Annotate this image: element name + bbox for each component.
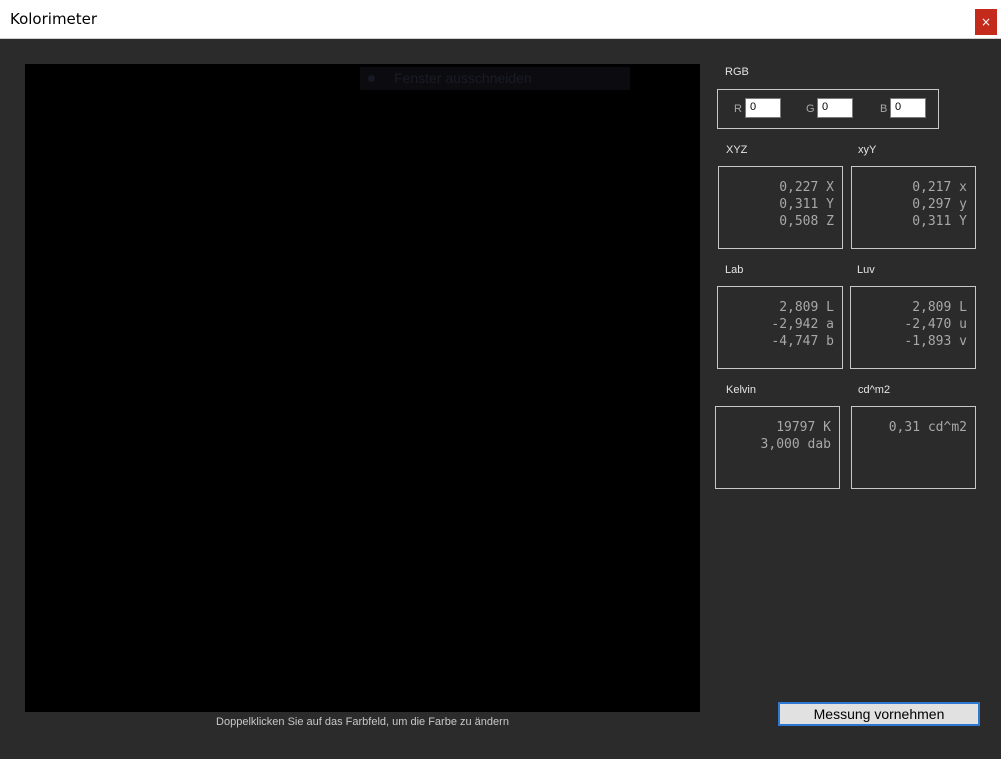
lab-label: Lab [725,264,744,276]
luminance-box: 0,31 cd^m2 [851,406,976,489]
luv-values: 2,809 L -2,470 u -1,893 v [904,300,967,349]
g-label: G [806,103,815,115]
swatch-hint: Doppelklicken Sie auf das Farbfeld, um d… [216,716,509,728]
window-title: Kolorimeter [10,10,98,28]
luv-label: Luv [857,264,875,276]
b-label: B [880,103,888,115]
xyy-label: xyY [858,144,877,156]
lab-box: 2,809 L -2,942 a -4,747 b [717,286,843,369]
xyz-values: 0,227 X 0,311 Y 0,508 Z [779,180,834,229]
luv-box: 2,809 L -2,470 u -1,893 v [850,286,976,369]
color-swatch[interactable]: Fenster ausschneiden [25,64,700,712]
close-button[interactable]: × [975,9,997,35]
r-label: R [734,103,742,115]
measure-button[interactable]: Messung vornehmen [778,702,980,726]
g-input[interactable]: 0 [817,98,853,118]
luminance-label: cd^m2 [858,384,891,396]
title-bar: Kolorimeter × [0,0,1001,39]
capture-window-option[interactable]: Fenster ausschneiden [360,67,630,90]
luminance-values: 0,31 cd^m2 [888,420,967,435]
kolorimeter-window: Kolorimeter × Fenster ausschneiden Doppe… [0,0,1001,759]
radio-dot-icon [368,75,375,82]
xyy-values: 0,217 x 0,297 y 0,311 Y [912,180,967,229]
rgb-label: RGB [725,66,749,78]
r-input[interactable]: 0 [745,98,781,118]
xyy-box: 0,217 x 0,297 y 0,311 Y [851,166,976,249]
kelvin-label: Kelvin [726,384,756,396]
xyz-label: XYZ [726,144,748,156]
close-icon: × [980,15,992,29]
kelvin-box: 19797 K 3,000 dab [715,406,840,489]
capture-window-label: Fenster ausschneiden [394,70,532,86]
kelvin-values: 19797 K 3,000 dab [760,420,831,452]
xyz-box: 0,227 X 0,311 Y 0,508 Z [718,166,843,249]
lab-values: 2,809 L -2,942 a -4,747 b [771,300,834,349]
rgb-group: R 0 G 0 B 0 [717,89,939,129]
b-input[interactable]: 0 [890,98,926,118]
